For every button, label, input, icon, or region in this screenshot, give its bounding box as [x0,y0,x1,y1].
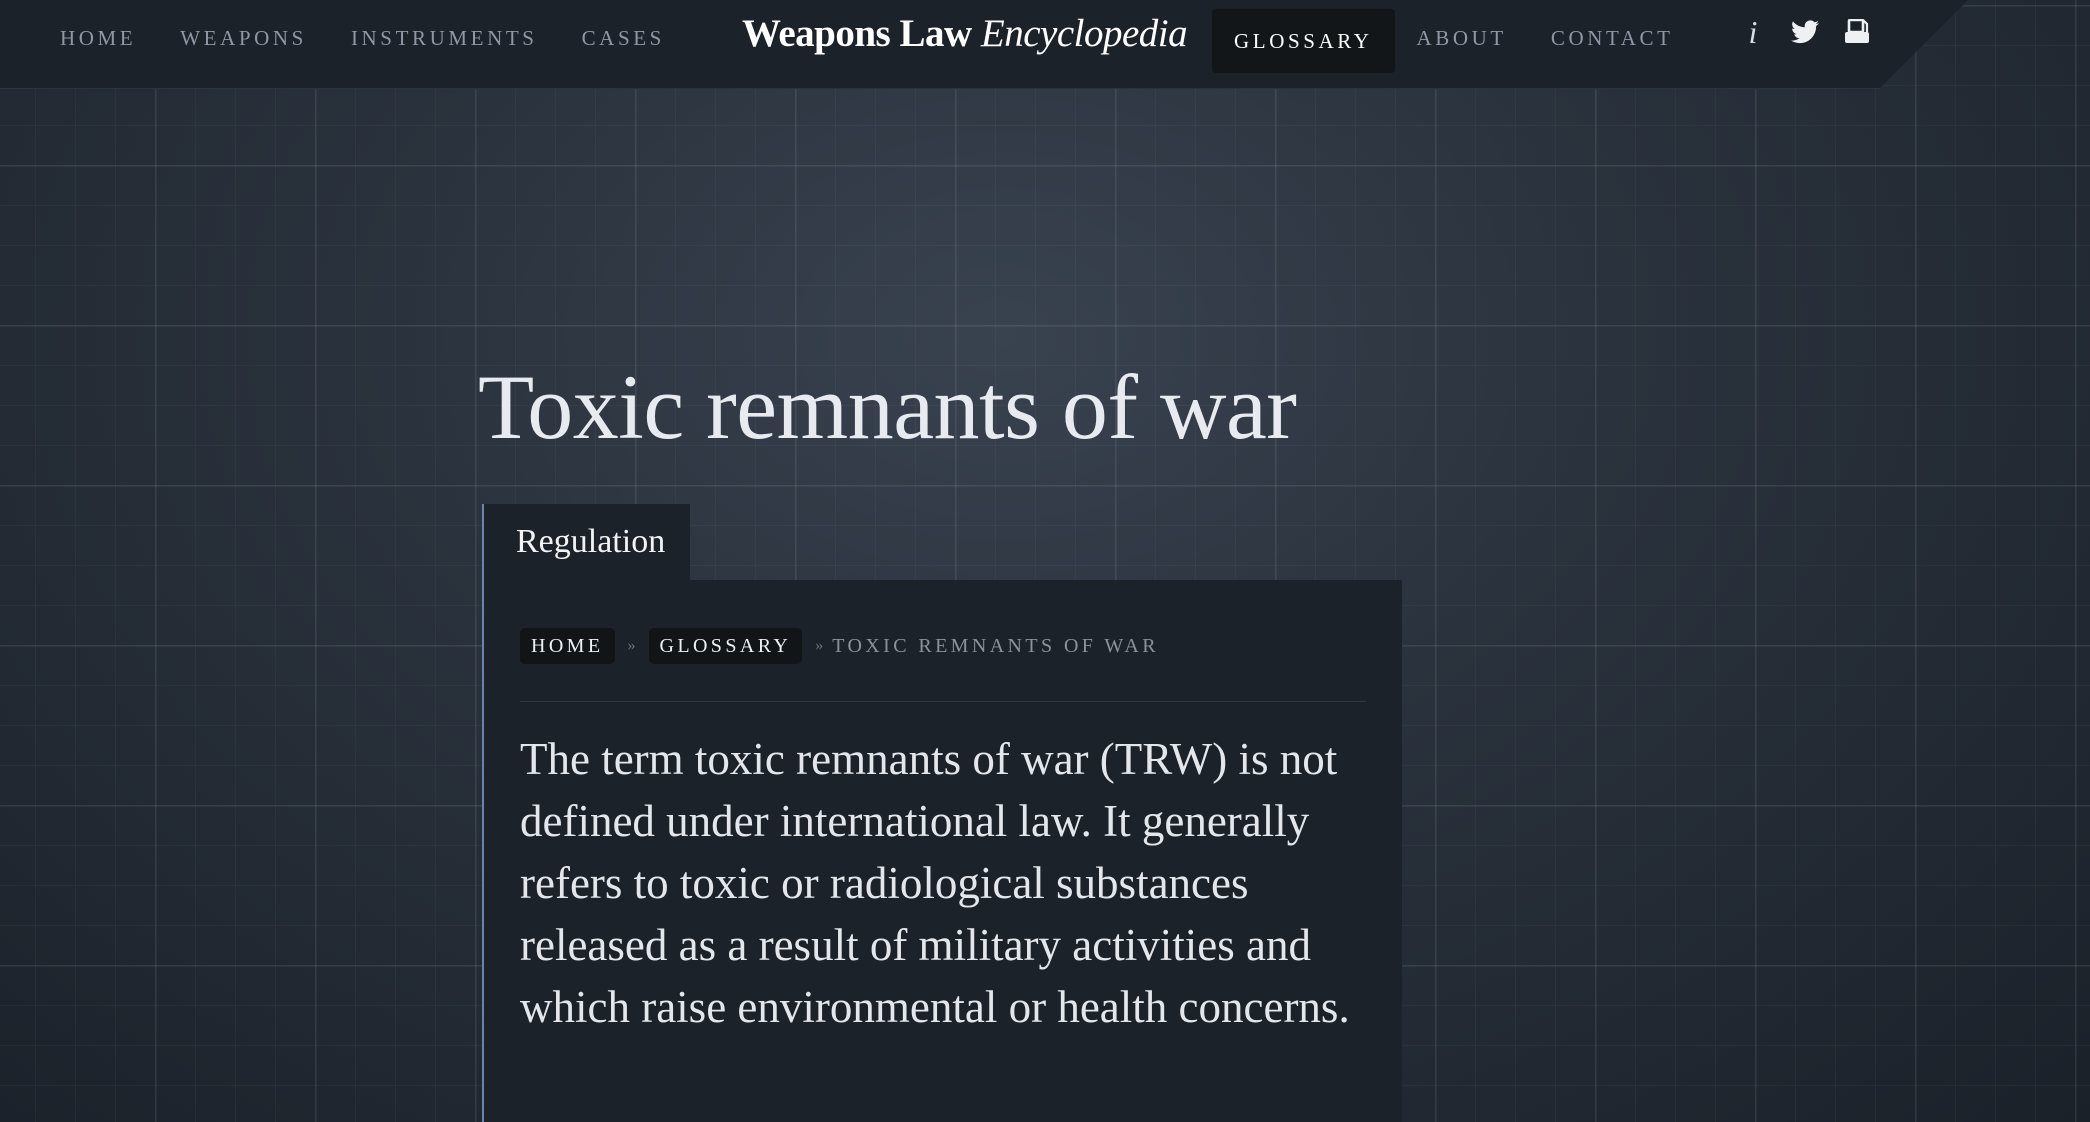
breadcrumb-glossary-link[interactable]: GLOSSARY [648,628,803,664]
brand-name: Weapons Law [742,12,972,55]
breadcrumb-home-link[interactable]: HOME [520,628,615,664]
nav-contact-link[interactable]: CONTACT [1529,5,1696,71]
page-title: Toxic remnants of war [478,356,1297,458]
print-icon[interactable] [1842,17,1872,47]
tab-regulation[interactable]: Regulation [482,504,690,580]
breadcrumb-current: TOXIC REMNANTS OF WAR [832,634,1159,657]
brand-name-italic: Encyclopedia [980,12,1188,55]
nav-weapons-link[interactable]: WEAPONS [158,5,329,71]
nav-cases-link[interactable]: CASES [560,5,687,71]
top-navigation-bar: HOME WEAPONS INSTRUMENTS CASES Weapons L… [0,0,1880,89]
nav-glossary-link[interactable]: GLOSSARY [1212,8,1395,73]
lead-paragraph: The term toxic remnants of war (TRW) is … [520,734,1350,1032]
content-divider [520,701,1366,702]
nav-corner-decoration [1880,0,1968,88]
content-panel: HOME » GLOSSARY » TOXIC REMNANTS OF WAR … [482,580,1402,1122]
nav-home-link[interactable]: HOME [38,5,158,71]
breadcrumb-separator: » [627,637,636,654]
nav-right-group: GLOSSARY ABOUT CONTACT [1212,0,1696,75]
printer-shape [1845,19,1869,43]
info-glyph: i [1748,14,1758,50]
nav-instruments-link[interactable]: INSTRUMENTS [329,5,560,71]
breadcrumb: HOME » GLOSSARY » TOXIC REMNANTS OF WAR [520,628,1159,664]
site-logo[interactable]: Weapons Law Encyclopedia [742,4,1188,64]
breadcrumb-separator: » [815,637,824,654]
nav-left-group: HOME WEAPONS INSTRUMENTS CASES [38,0,687,75]
twitter-bird-shape [1791,20,1819,44]
info-icon[interactable]: i [1738,14,1768,50]
nav-about-link[interactable]: ABOUT [1395,5,1529,71]
nav-icon-group: i [1738,12,1872,52]
twitter-icon[interactable] [1790,17,1820,47]
